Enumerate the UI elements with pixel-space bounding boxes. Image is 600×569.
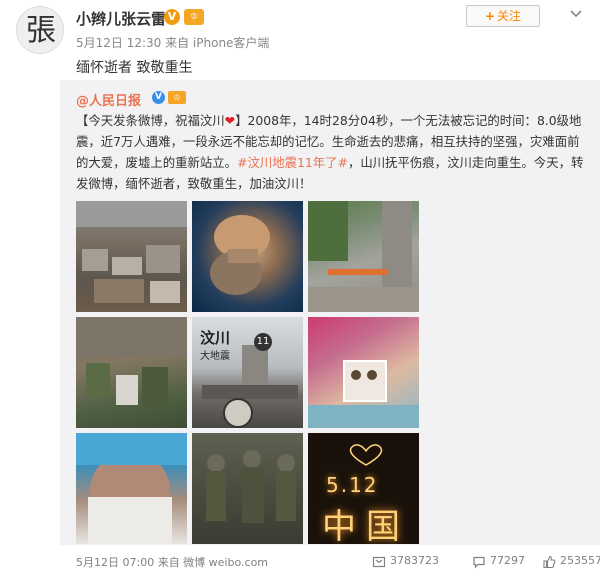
repost-icon	[372, 556, 386, 568]
user-name[interactable]: 小辫儿张云雷	[76, 8, 166, 29]
photo-soldiers-march[interactable]	[192, 433, 303, 544]
follow-label: 关注	[497, 9, 522, 23]
retweet-text-part1: 【今天发条微博，祝福汶川	[76, 113, 225, 128]
repost-count: 3783723	[390, 554, 439, 567]
comment-icon	[473, 556, 485, 569]
avatar-calligraphy: 張	[26, 13, 56, 48]
retweet-verified-badge: V	[152, 91, 165, 104]
like-icon	[543, 555, 556, 569]
photo-ruined-town[interactable]	[76, 201, 187, 312]
retweet-box: @人民日报 V ♔ 【今天发条微博，祝福汶川❤】2008年，14时28分04秒，…	[60, 80, 600, 569]
photo-wenchuan-clock-tower[interactable]: 汶川 大地震 11	[192, 317, 303, 428]
retweet-text: 【今天发条微博，祝福汶川❤】2008年，14时28分04秒，一个无法被忘记的时间…	[76, 110, 588, 194]
candle-heart	[349, 444, 383, 466]
post-text: 缅怀逝者 致敬重生	[76, 60, 193, 76]
plus-icon: +	[484, 9, 496, 23]
follow-button[interactable]: + 关注	[466, 5, 540, 27]
photo-rescue-scene[interactable]	[308, 201, 419, 312]
candle-text-date: 5.12	[326, 473, 379, 497]
verified-badge: V	[164, 9, 180, 25]
photo-rescuer-face[interactable]	[76, 433, 187, 544]
comment-count: 77297	[490, 554, 525, 567]
photo-soldiers-rubble[interactable]	[76, 317, 187, 428]
avatar[interactable]: 張	[16, 6, 64, 54]
retweet-author[interactable]: @人民日报	[76, 90, 141, 109]
photo-grid: 汶川 大地震 11 5.12 中国	[76, 201, 420, 546]
member-level-badge: ♔	[184, 9, 204, 25]
like-count: 253557	[560, 554, 600, 567]
photo-number-badge: 11	[254, 333, 272, 351]
photo-title: 汶川	[200, 329, 231, 347]
photo-family-picture[interactable]	[308, 317, 419, 428]
retweet-footer: 5月12日 07:00 来自 微博 weibo.com 3783723 7729…	[76, 552, 600, 569]
chevron-down-icon[interactable]	[568, 6, 584, 22]
post-meta: 5月12日 12:30 来自 iPhone客户端	[76, 36, 270, 50]
photo-holding-hands[interactable]	[192, 201, 303, 312]
retweet-level-badge: ♔	[168, 91, 186, 104]
photo-subtitle: 大地震	[200, 351, 230, 362]
hashtag-link[interactable]: #汶川地震11年了#	[237, 155, 348, 170]
retweet-meta: 5月12日 07:00 来自 微博 weibo.com	[76, 556, 269, 569]
candle-text-china: 中国	[322, 507, 410, 544]
weibo-post-card: 張 小辫儿张云雷 V ♔ 5月12日 12:30 来自 iPhone客户端 + 关…	[0, 0, 600, 569]
photo-candles[interactable]: 5.12 中国	[308, 433, 419, 544]
heart-emoji-icon: ❤	[224, 113, 236, 128]
